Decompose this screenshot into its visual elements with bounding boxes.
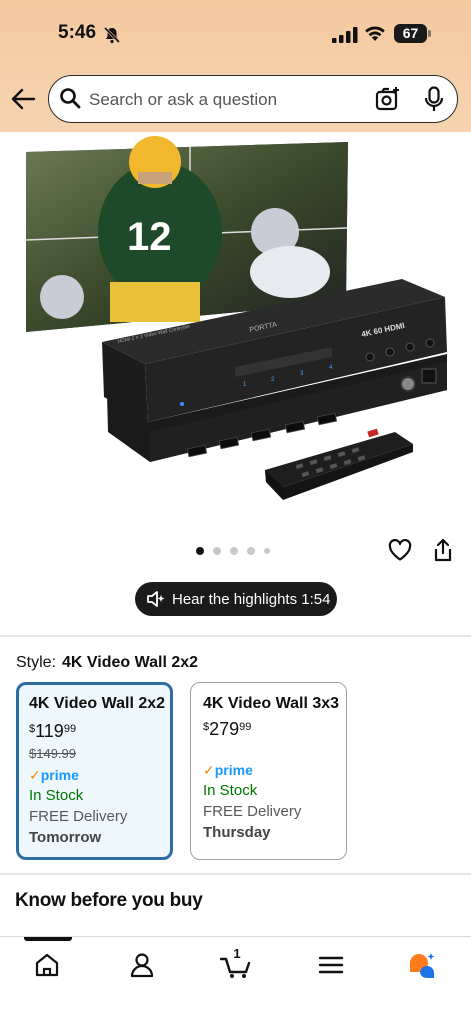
hear-highlights-button[interactable]: Hear the highlights 1:54 (135, 582, 337, 616)
stock-status: In Stock (29, 787, 84, 804)
hear-highlights-label: Hear the highlights 1:54 (172, 590, 331, 608)
divider (0, 635, 471, 637)
image-pagination[interactable] (196, 546, 270, 556)
jersey-number: 12 (127, 215, 172, 259)
prime-label: prime (214, 762, 253, 778)
option-price: $279 99 (203, 719, 334, 740)
home-icon[interactable] (33, 951, 61, 979)
style-option-3x3[interactable]: 4K Video Wall 3x3 $279 99 ✓prime In Stock… (190, 682, 347, 860)
delivery-text: FREE Delivery (29, 808, 128, 825)
option-title: 4K Video Wall 2x2 (29, 695, 166, 712)
prime-check-icon: ✓ (203, 762, 215, 778)
pagination-dot[interactable] (247, 547, 255, 555)
search-icon (60, 88, 81, 109)
search-input[interactable]: Search or ask a question (89, 90, 277, 110)
status-bar: 5:46 67 (0, 0, 471, 70)
delivery-text: FREE Delivery (203, 803, 302, 820)
battery-indicator: 67 (394, 24, 431, 43)
price-whole: 119 (35, 721, 64, 741)
list-price: $149.99 (29, 746, 76, 761)
share-icon[interactable] (433, 538, 453, 562)
rufus-ai-icon[interactable] (408, 951, 436, 979)
style-label: Style: (16, 654, 57, 671)
product-photo: 12 HDMI 2 X 2 Video Wall Controller PORT… (25, 136, 447, 500)
wifi-icon (365, 26, 385, 41)
prime-label: prime (40, 767, 79, 783)
cart-icon[interactable] (220, 951, 252, 979)
prime-badge: ✓prime (203, 762, 334, 779)
heart-icon[interactable] (388, 539, 412, 561)
style-selected-value: 4K Video Wall 2x2 (62, 654, 199, 671)
bell-muted-icon (103, 26, 121, 44)
option-price: $119 99 (29, 721, 160, 742)
prime-badge: ✓prime (29, 767, 160, 784)
cellular-signal-icon (332, 27, 358, 43)
back-arrow-icon[interactable] (10, 86, 36, 112)
camera-search-icon[interactable] (375, 86, 401, 112)
pagination-dot[interactable] (230, 547, 238, 555)
price-cents: 99 (239, 721, 252, 733)
pagination-dot[interactable] (213, 547, 221, 555)
active-tab-indicator (24, 937, 72, 941)
prime-check-icon: ✓ (29, 767, 41, 783)
delivery-day: Tomorrow (29, 829, 102, 846)
speaker-sparkle-icon (147, 591, 165, 607)
price-cents: 99 (63, 723, 77, 735)
style-selector: Style: 4K Video Wall 2x2 (16, 654, 198, 672)
menu-icon[interactable] (317, 951, 345, 979)
header: 5:46 67 Search or ask a question (0, 0, 471, 132)
pagination-dot[interactable] (196, 547, 204, 555)
style-option-2x2[interactable]: 4K Video Wall 2x2 $119 99 $149.99 ✓prime … (16, 682, 173, 860)
bottom-nav: 1 (0, 936, 471, 1024)
search-bar[interactable]: Search or ask a question (48, 75, 458, 123)
know-before-heading: Know before you buy (15, 890, 203, 911)
option-title: 4K Video Wall 3x3 (203, 695, 340, 712)
stock-status: In Stock (203, 782, 258, 799)
pagination-dot[interactable] (264, 548, 270, 554)
account-icon[interactable] (128, 951, 156, 979)
microphone-icon[interactable] (423, 86, 445, 112)
divider (0, 873, 471, 875)
status-time: 5:46 (58, 22, 97, 43)
product-image[interactable]: 12 HDMI 2 X 2 Video Wall Controller PORT… (0, 132, 471, 532)
price-whole: 279 (209, 719, 240, 739)
delivery-day: Thursday (203, 824, 271, 841)
